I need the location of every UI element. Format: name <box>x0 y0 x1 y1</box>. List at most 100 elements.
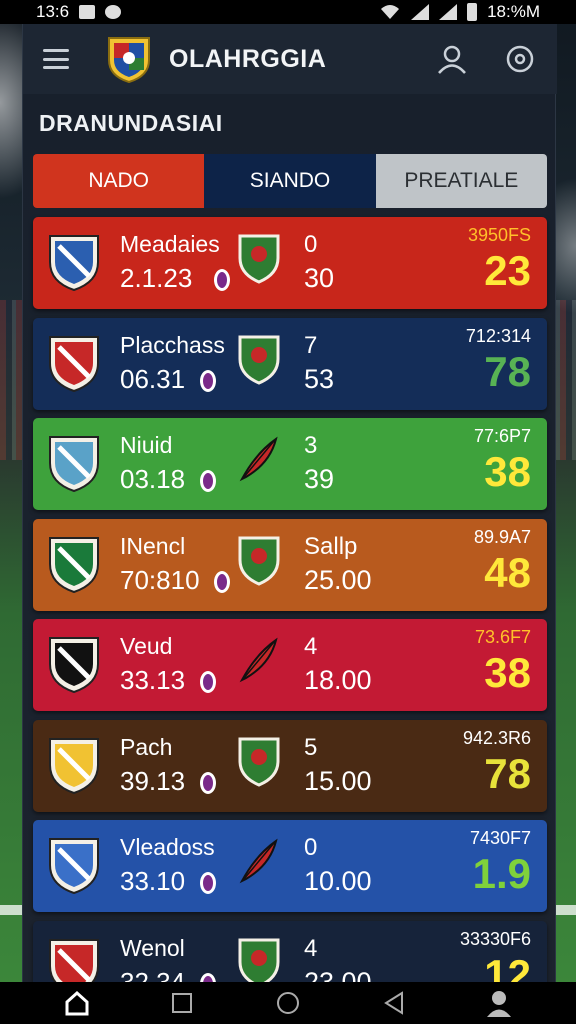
shield-tricolor-icon <box>49 536 99 593</box>
team-name: Niuid <box>120 432 173 458</box>
ball-status-icon <box>200 671 216 693</box>
match-row[interactable]: INencl 70:810 Sallp 25.00 89.9A7 48 <box>33 518 547 611</box>
ball-status-icon <box>200 470 216 492</box>
stat-secondary: 30 <box>304 263 335 293</box>
wifi-icon <box>381 5 400 19</box>
app-title: OLAHRGGIA <box>169 44 327 73</box>
score-value: 1.9 <box>472 850 531 897</box>
stat-primary: 4 <box>304 934 318 962</box>
score-value: 78 <box>484 347 531 395</box>
square-icon[interactable] <box>167 988 197 1018</box>
match-time: 03.18 <box>120 464 186 494</box>
feather-icon <box>239 838 278 884</box>
ball-status-icon <box>214 570 230 593</box>
blue-yellow-crest-icon <box>238 536 280 586</box>
feather-icon <box>239 436 278 482</box>
team-name: Vleadoss <box>120 834 215 860</box>
match-time: 2.1.23 <box>120 263 193 293</box>
odds-code: 73.6F7 <box>474 627 531 647</box>
crown-crest-icon <box>238 234 280 284</box>
settings-icon <box>105 5 122 19</box>
app-panel: OLAHRGGIA DRANUNDASIAI NADO SIANDO PREAT… <box>22 24 557 1013</box>
match-row[interactable]: Veud 33.13 4 18.00 73.6F7 38 <box>33 619 547 711</box>
stat-secondary: 15.00 <box>304 765 372 796</box>
tab-preatiale[interactable]: PREATIALE <box>375 154 547 208</box>
stat-secondary: 39 <box>304 464 335 494</box>
menu-icon[interactable] <box>43 49 69 69</box>
odds-code: 3950FS <box>467 225 531 245</box>
back-icon[interactable] <box>379 988 409 1018</box>
stat-secondary: 10.00 <box>304 866 372 896</box>
match-time: 33.10 <box>120 866 186 896</box>
match-row[interactable]: Meadaies 2.1.23 0 30 3950FS 23 <box>33 217 547 309</box>
ball-status-icon <box>214 269 230 291</box>
odds-code: 7430F7 <box>469 828 531 848</box>
odds-code: 942.3R6 <box>462 727 531 748</box>
tab-siando[interactable]: SIANDO <box>204 154 376 208</box>
green-crest-icon <box>238 938 280 988</box>
team-name: Pach <box>120 733 173 760</box>
status-time-left: 13:6 <box>36 2 70 21</box>
section-title: DRANUNDASIAI <box>39 110 223 136</box>
home-icon[interactable] <box>62 988 92 1018</box>
yellow-round-badge-icon <box>49 737 99 794</box>
shield-blue-icon <box>49 235 99 292</box>
status-time-right: 18:%M <box>487 2 540 21</box>
stat-primary: 0 <box>304 231 318 258</box>
stat-primary: 5 <box>304 733 318 761</box>
shield-red-stripes-icon <box>49 335 99 392</box>
team-name: Placchass <box>120 331 225 358</box>
tab-bar: NADO SIANDO PREATIALE <box>33 154 547 208</box>
stat-primary: 4 <box>304 633 318 660</box>
team-name: Veud <box>120 633 173 659</box>
stat-secondary: 25.00 <box>304 564 372 595</box>
lion-shield-blue-icon <box>49 838 99 895</box>
feather-icon <box>239 637 278 683</box>
ball-status-icon <box>200 771 216 794</box>
profile-icon[interactable] <box>484 988 514 1018</box>
circle-icon[interactable] <box>273 988 303 1018</box>
score-value: 78 <box>484 749 531 797</box>
score-value: 38 <box>484 649 531 696</box>
stat-secondary: 53 <box>304 363 335 394</box>
tab-nado[interactable]: NADO <box>33 154 205 208</box>
ball-icon[interactable] <box>503 42 537 76</box>
match-time: 70:810 <box>120 564 200 595</box>
match-row[interactable]: Pach 39.13 5 15.00 942.3R6 78 <box>33 719 547 812</box>
match-row[interactable]: Placchass 06.31 7 53 712:314 78 <box>33 317 547 410</box>
team-name: Meadaies <box>120 231 220 257</box>
user-icon[interactable] <box>435 42 469 76</box>
odds-code: 712:314 <box>465 325 531 346</box>
status-bar: 13:6 18:%M <box>0 0 576 24</box>
odds-code: 89.9A7 <box>473 526 531 547</box>
odds-code: 77:6P7 <box>473 426 531 446</box>
app-logo-icon <box>108 37 150 84</box>
app-bar: OLAHRGGIA <box>23 24 557 94</box>
match-time: 33.13 <box>120 665 186 695</box>
stat-primary: 0 <box>304 834 318 861</box>
battery-icon <box>467 3 478 21</box>
signal-icon <box>411 4 430 20</box>
team-name: Wenol <box>120 934 185 961</box>
score-value: 48 <box>484 548 531 596</box>
stat-primary: Sallp <box>304 532 358 560</box>
lion-shield-icon <box>49 436 99 493</box>
black-white-shield-icon <box>49 637 99 694</box>
ball-status-icon <box>200 369 216 392</box>
stat-primary: 3 <box>304 432 318 459</box>
match-time: 39.13 <box>120 765 186 796</box>
match-list: Meadaies 2.1.23 0 30 3950FS 23 Placchass 06.31 7… <box>33 217 547 1021</box>
stat-secondary: 18.00 <box>304 665 372 695</box>
score-value: 38 <box>484 448 531 495</box>
odds-code: 33330F6 <box>459 928 531 949</box>
match-row[interactable]: Vleadoss 33.10 0 10.00 7430F7 1.9 <box>33 820 547 912</box>
team-name: INencl <box>120 532 186 559</box>
signal-icon-2 <box>439 4 458 20</box>
match-time: 06.31 <box>120 363 186 394</box>
image-icon <box>79 5 96 19</box>
green-crest-icon <box>238 335 280 385</box>
green-red-crest-icon <box>238 737 280 787</box>
ball-status-icon <box>200 872 216 894</box>
match-row[interactable]: Niuid 03.18 3 39 77:6P7 38 <box>33 418 547 510</box>
navigation-bar <box>0 982 576 1024</box>
